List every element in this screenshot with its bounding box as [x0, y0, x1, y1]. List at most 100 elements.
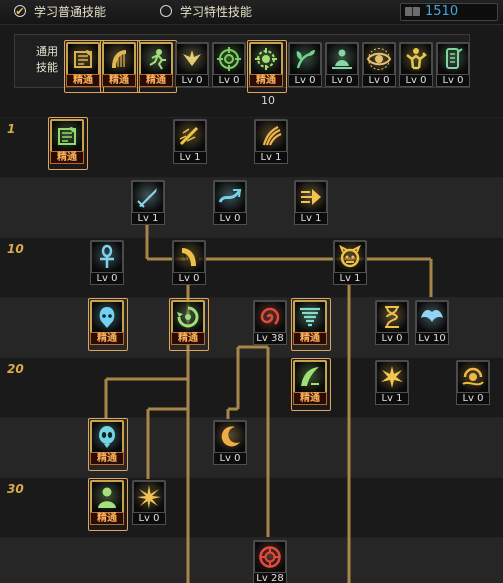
skill-alien-head[interactable]: 精通: [88, 418, 128, 471]
mastery-badge: 精通: [249, 74, 283, 87]
book-icon: [405, 7, 420, 16]
skill-level-badge: Lv 0: [213, 452, 247, 465]
skill-level-badge: Lv 0: [212, 74, 246, 87]
skill-spin-kick[interactable]: 精通: [169, 298, 209, 351]
alien-icon: [90, 420, 124, 454]
target-icon: [212, 42, 246, 76]
skill-red-rune[interactable]: Lv 28: [253, 540, 287, 583]
tornado-icon: [293, 300, 327, 334]
plant-figure-icon: [288, 42, 322, 76]
book-leaf-icon: [50, 119, 84, 153]
common-skill-2[interactable]: 精通: [100, 40, 140, 93]
common-skill-6[interactable]: 精通: [247, 40, 287, 93]
learn-normal-label: 学习普通技能: [34, 4, 107, 19]
slash-icon: [173, 119, 207, 153]
skill-level-badge: Lv 0: [175, 74, 209, 87]
skill-claw-strike[interactable]: Lv 1: [254, 119, 288, 166]
common-skill-4[interactable]: Lv 0: [175, 42, 209, 89]
skill-level-badge: Lv 10: [415, 332, 449, 345]
mastery-badge: 精通: [66, 74, 100, 87]
skill-level-badge: Lv 0: [172, 272, 206, 285]
skill-slash-fire[interactable]: Lv 1: [173, 119, 207, 166]
skill-level-badge: Lv 0: [325, 74, 359, 87]
skill-level-badge: Lv 0: [399, 74, 433, 87]
spin-icon: [171, 300, 205, 334]
twin-wings-icon: [415, 300, 449, 334]
common-skill-11[interactable]: Lv 0: [436, 42, 470, 89]
book-leaf-icon: [66, 42, 100, 76]
skill-level-badge: Lv 38: [253, 332, 287, 345]
runner-icon: [139, 42, 173, 76]
skill-crimson-vortex[interactable]: Lv 38: [253, 300, 287, 347]
eye-icon: [362, 42, 396, 76]
skill-tornado-claw[interactable]: 精通: [291, 298, 331, 351]
skill-level-badge: Lv 0: [362, 74, 396, 87]
common-skill-8[interactable]: Lv 0: [325, 42, 359, 89]
radio-unchecked-icon: [160, 5, 172, 17]
skill-spark-burst[interactable]: Lv 0: [132, 480, 166, 527]
sword-icon: [131, 180, 165, 214]
skill-tree: 1 10 20 30 精通 Lv 1 Lv 1 Lv 1 Lv 0 Lv 1 Lv 0 Lv 0 Lv…: [0, 117, 503, 583]
skill-sword-dash[interactable]: Lv 1: [131, 180, 165, 227]
common-skill-10[interactable]: Lv 0: [399, 42, 433, 89]
learn-normal-radio[interactable]: ✔ 学习普通技能: [14, 2, 106, 20]
wings-icon: [175, 42, 209, 76]
mastery-badge: 精通: [50, 151, 84, 164]
skill-level-badge: Lv 1: [131, 212, 165, 225]
common-skill-1[interactable]: 精通: [64, 40, 104, 93]
skill-points-box: 1510: [400, 3, 498, 21]
skill-level-badge: Lv 1: [333, 272, 367, 285]
common-skill-3[interactable]: 精通: [137, 40, 177, 93]
skill-level-badge: Lv 1: [254, 151, 288, 164]
learn-trait-radio[interactable]: 学习特性技能: [160, 2, 252, 20]
skill-level-badge: Lv 0: [456, 392, 490, 405]
skill-crescent-claw[interactable]: Lv 0: [213, 420, 247, 467]
silhouette-icon: [90, 480, 124, 514]
mastery-badge: 精通: [90, 452, 124, 465]
skill-level-badge: Lv 0: [132, 512, 166, 525]
page-number: 10: [261, 94, 275, 107]
skill-level-badge: Lv 0: [90, 272, 124, 285]
swoop-icon: [293, 360, 327, 394]
skill-sun-wave[interactable]: Lv 0: [456, 360, 490, 407]
common-skill-9[interactable]: Lv 0: [362, 42, 396, 89]
crescent-icon: [213, 420, 247, 454]
common-skills-label: 通用技能: [36, 45, 58, 74]
dash-icon: [294, 180, 328, 214]
mastery-badge: 精通: [171, 332, 205, 345]
wave-icon: [213, 180, 247, 214]
common-skill-7[interactable]: Lv 0: [288, 42, 322, 89]
tablet-icon: [436, 42, 470, 76]
skill-spirit-head[interactable]: 精通: [88, 298, 128, 351]
mastery-badge: 精通: [139, 74, 173, 87]
skill-green-silhouette[interactable]: 精通: [88, 478, 128, 531]
skill-window: ✔ 学习普通技能 学习特性技能 1510 通用技能 10 1 10 20 30 精通 L…: [0, 0, 503, 583]
strong-man-icon: [399, 42, 433, 76]
learn-trait-label: 学习特性技能: [180, 4, 253, 19]
skill-hourglass[interactable]: Lv 0: [375, 300, 409, 347]
skill-ankh[interactable]: Lv 0: [90, 240, 124, 287]
mastery-badge: 精通: [293, 332, 327, 345]
skill-points-value: 1510: [425, 4, 459, 19]
harp-icon: [102, 42, 136, 76]
common-skill-5[interactable]: Lv 0: [212, 42, 246, 89]
skill-wave-spear[interactable]: Lv 0: [213, 180, 247, 227]
skill-book-leaf[interactable]: 精通: [48, 117, 88, 170]
skill-dash-strike[interactable]: Lv 1: [294, 180, 328, 227]
skill-beast-roar[interactable]: Lv 1: [333, 240, 367, 287]
skill-level-badge: Lv 1: [294, 212, 328, 225]
skill-fang-claw[interactable]: Lv 0: [172, 240, 206, 287]
burst-icon: [375, 360, 409, 394]
skill-level-badge: Lv 1: [173, 151, 207, 164]
sun-wave-icon: [456, 360, 490, 394]
skill-green-swoop[interactable]: 精通: [291, 358, 331, 411]
skill-twin-wings[interactable]: Lv 10: [415, 300, 449, 347]
rune-icon: [253, 540, 287, 574]
skill-connector-lines: [104, 215, 433, 583]
mastery-badge: 精通: [90, 512, 124, 525]
skill-gold-burst[interactable]: Lv 1: [375, 360, 409, 407]
skill-level-badge: Lv 0: [375, 332, 409, 345]
vortex-icon: [253, 300, 287, 334]
beast-icon: [333, 240, 367, 274]
radio-checked-icon: ✔: [14, 4, 26, 18]
